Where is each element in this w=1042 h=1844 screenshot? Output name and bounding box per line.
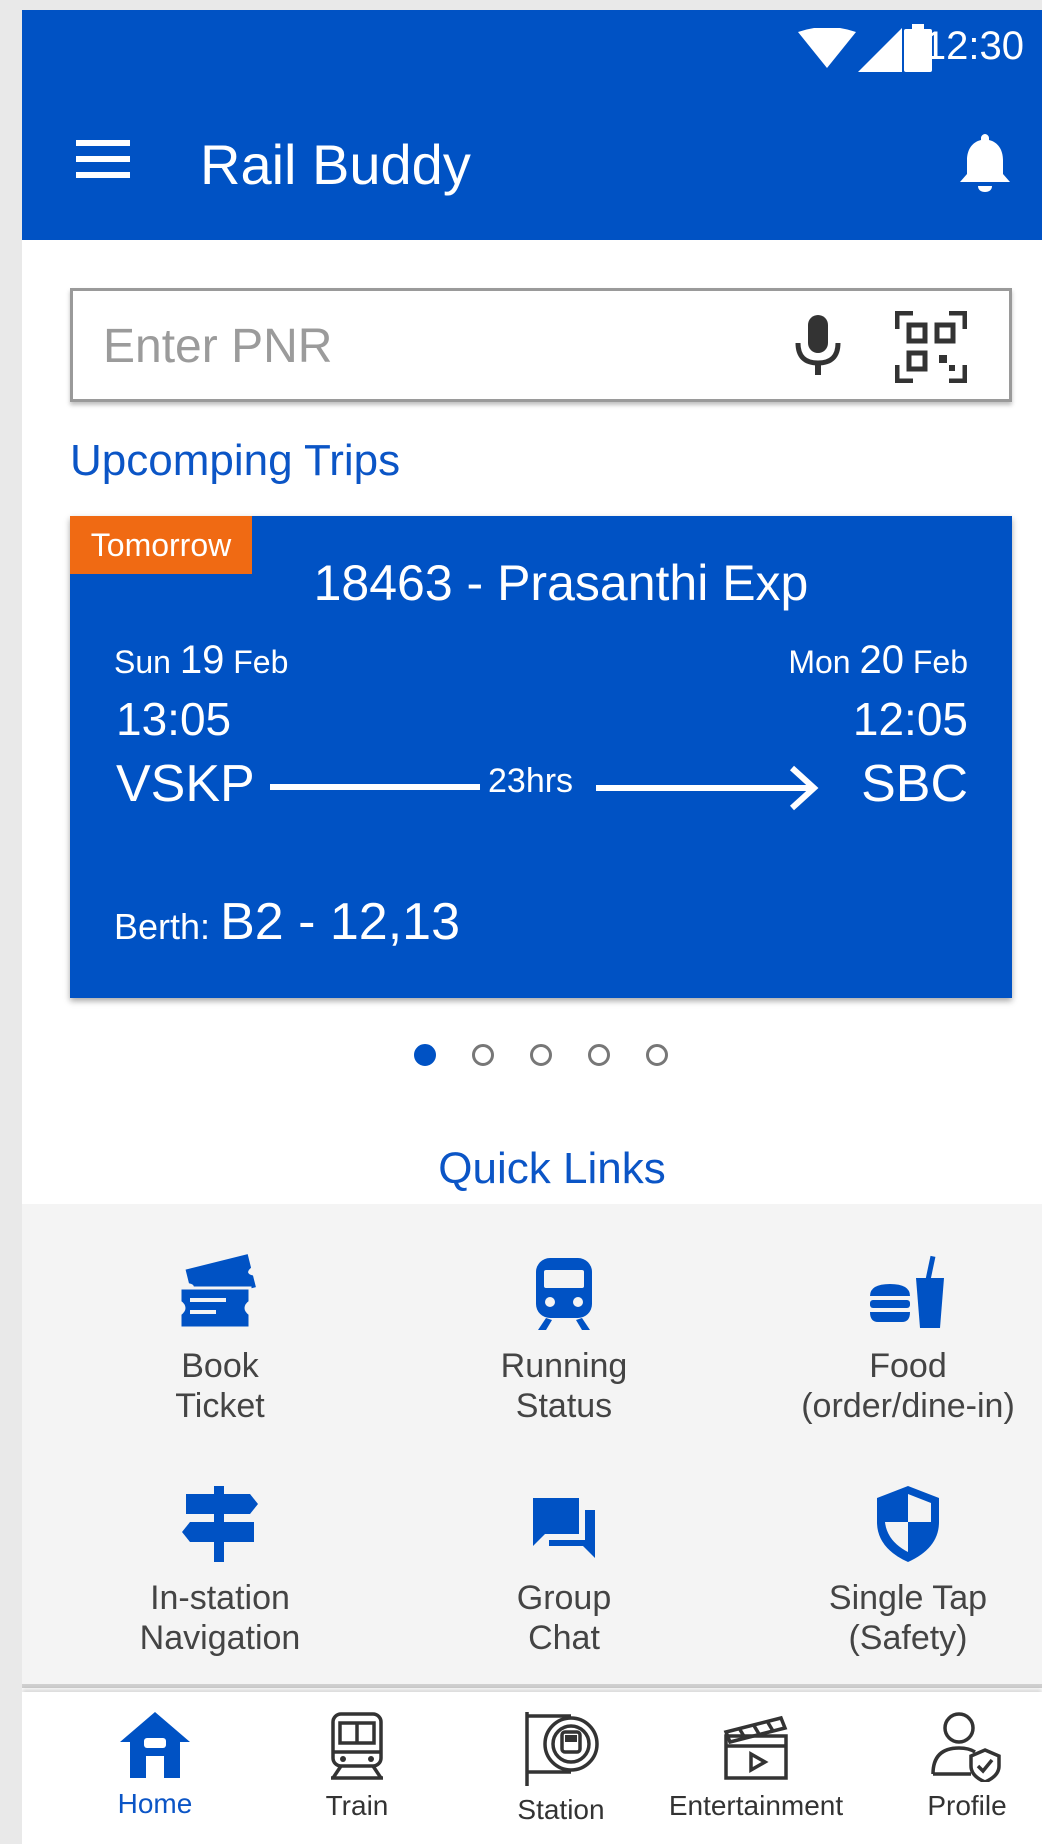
hamburger-menu-icon[interactable] [76, 134, 132, 184]
train-front-icon [536, 1258, 592, 1330]
wifi-icon [798, 28, 856, 68]
from-station: VSKP [116, 755, 255, 813]
quick-link-book-ticket[interactable]: Book Ticket [70, 1252, 370, 1426]
shield-icon [877, 1486, 939, 1562]
quick-link-label: In-station Navigation [139, 1579, 301, 1657]
quick-links-heading: Quick Links [438, 1144, 666, 1193]
train-name: 18463 - Prasanthi Exp [313, 555, 809, 611]
pager-dot[interactable] [472, 1044, 494, 1066]
nav-label: Station [517, 1794, 605, 1825]
bottom-navigation: Home Train Station Entertainment Profile [22, 1692, 1042, 1844]
qr-scan-icon[interactable] [895, 311, 967, 383]
nav-station[interactable]: Station [496, 1710, 626, 1826]
arrival-day: Mon [788, 644, 851, 680]
pager-dot[interactable] [414, 1044, 436, 1066]
pager-dot[interactable] [588, 1044, 610, 1066]
arrival-date: Mon 20 Feb [788, 638, 968, 683]
pnr-input[interactable] [103, 309, 723, 383]
quick-link-label: Group Chat [516, 1579, 612, 1657]
arrow-right-icon [596, 765, 819, 811]
pager-dot[interactable] [530, 1044, 552, 1066]
chat-icon [533, 1498, 595, 1558]
status-time: 12:30 [923, 24, 1024, 68]
departure-time: 13:05 [116, 693, 232, 745]
quick-link-label: Food (order/dine-in) [801, 1347, 1015, 1425]
to-station: SBC [861, 755, 968, 813]
bell-icon[interactable] [958, 132, 1012, 192]
nav-label: Train [325, 1790, 389, 1821]
quick-link-running-status[interactable]: Running Status [414, 1252, 714, 1426]
quick-link-single-tap-safety[interactable]: Single Tap (Safety) [758, 1484, 1042, 1658]
pnr-search-box [70, 288, 1012, 402]
nav-profile[interactable]: Profile [902, 1710, 1032, 1822]
berth-label: Berth: [114, 906, 211, 947]
train-icon [331, 1712, 383, 1780]
nav-home[interactable]: Home [90, 1710, 220, 1820]
upcoming-trips-heading: Upcomping Trips [70, 436, 401, 485]
app-title: Rail Buddy [200, 133, 471, 196]
pager-dot[interactable] [646, 1044, 668, 1066]
arrival-day-number: 20 [859, 638, 904, 682]
nav-label: Entertainment [668, 1790, 844, 1821]
route-line [270, 784, 480, 790]
nav-label: Home [117, 1788, 193, 1819]
arrival-time: 12:05 [852, 693, 968, 745]
arrival-month: Feb [912, 644, 968, 680]
home-icon [120, 1712, 190, 1778]
quick-link-in-station-navigation[interactable]: In-station Navigation [70, 1484, 370, 1658]
nav-label: Profile [927, 1790, 1007, 1821]
quick-link-label: Book Ticket [175, 1347, 265, 1425]
trip-card[interactable]: Tomorrow 18463 - Prasanthi Exp Sun 19 Fe… [70, 516, 1012, 998]
journey-duration: 23hrs [488, 762, 574, 800]
berth-value: B2 - 12,13 [220, 893, 461, 951]
app-screen: 12:30 Rail Buddy Enter PNR Upcomping Tri… [22, 10, 1042, 1844]
quick-link-label: Running Status [500, 1347, 628, 1425]
nav-entertainment[interactable]: Entertainment [656, 1710, 856, 1822]
tickets-icon [178, 1254, 256, 1330]
carousel-pager [414, 1044, 668, 1074]
quick-link-group-chat[interactable]: Group Chat [414, 1484, 714, 1658]
food-icon [870, 1255, 944, 1328]
app-bar: Rail Buddy [22, 82, 1042, 240]
departure-month: Feb [233, 644, 289, 680]
departure-day: Sun [114, 644, 171, 680]
signal-icon [858, 28, 902, 72]
departure-day-number: 19 [179, 638, 225, 682]
microphone-icon[interactable] [793, 315, 843, 377]
nav-train[interactable]: Train [292, 1710, 422, 1822]
status-bar: 12:30 [22, 10, 1042, 82]
station-icon [525, 1712, 599, 1786]
clapperboard-icon [723, 1715, 788, 1780]
signpost-icon [182, 1486, 258, 1562]
quick-link-label: Single Tap (Safety) [828, 1579, 988, 1657]
berth-info: Berth: B2 - 12,13 [114, 892, 460, 952]
departure-date: Sun 19 Feb [114, 638, 288, 683]
quick-links-grid: Book Ticket Running Status Food (order/d… [22, 1204, 1042, 1688]
quick-link-food[interactable]: Food (order/dine-in) [758, 1252, 1042, 1426]
profile-shield-icon [931, 1712, 1001, 1782]
